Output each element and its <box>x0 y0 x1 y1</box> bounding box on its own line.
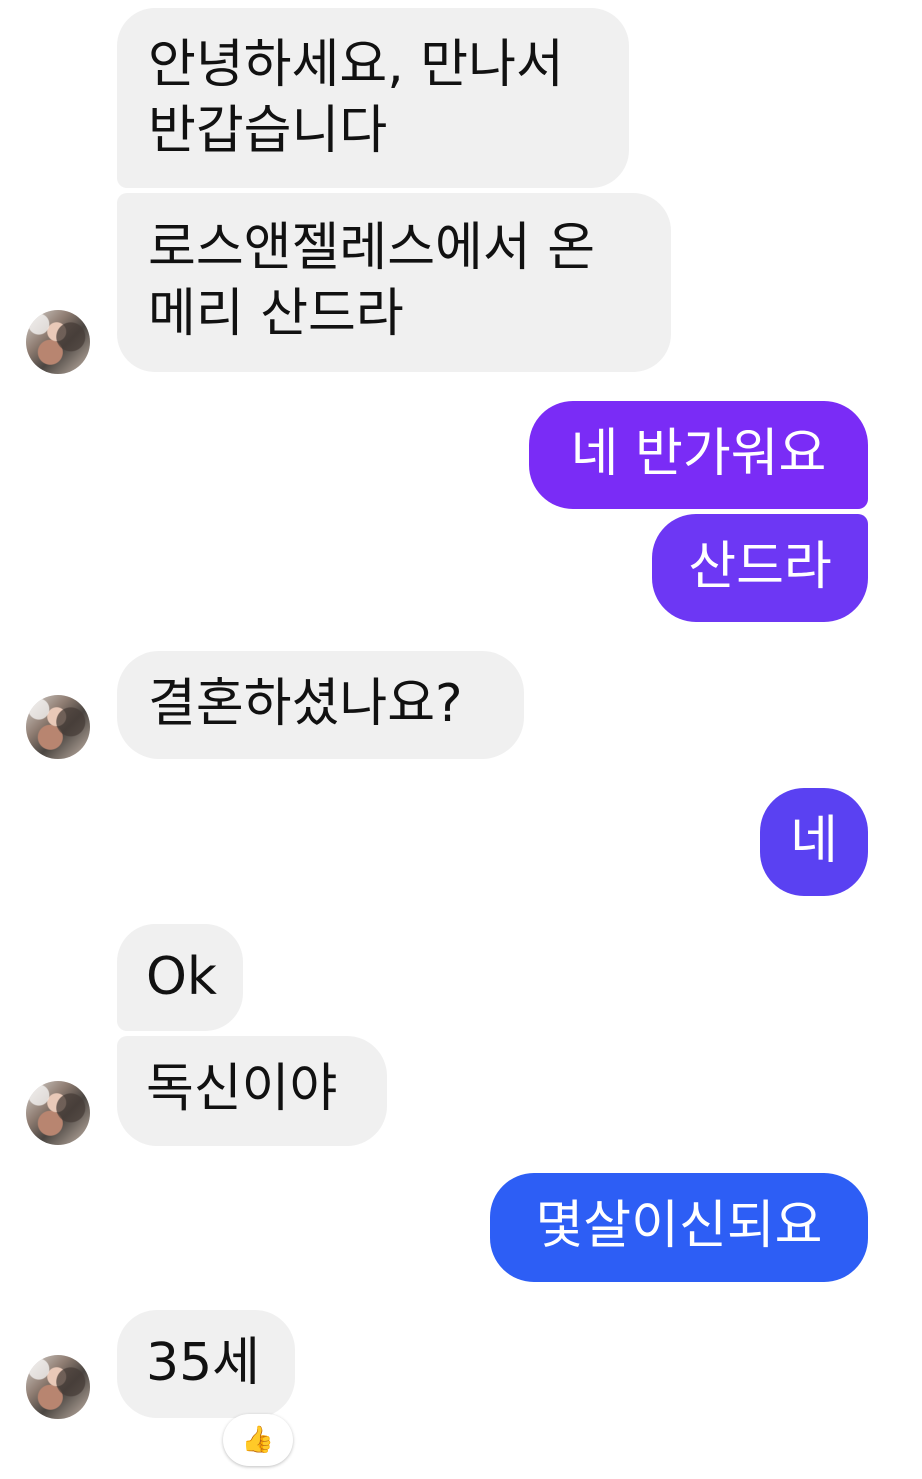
incoming-message[interactable]: 독신이야 <box>117 1036 387 1146</box>
message-text: 몇살이신되요 <box>535 1196 823 1256</box>
incoming-message[interactable]: 35세 <box>117 1310 295 1418</box>
outgoing-message[interactable]: 산드라 <box>652 514 868 622</box>
message-text: Ok <box>146 947 218 1007</box>
message-text: 로스앤젤레스에서 온 <box>148 218 596 278</box>
sender-avatar[interactable] <box>26 1081 90 1145</box>
incoming-message[interactable]: 로스앤젤레스에서 온 메리 산드라 <box>117 193 671 372</box>
message-text: 산드라 <box>688 537 832 597</box>
message-text: 메리 산드라 <box>148 284 404 344</box>
message-text: 안녕하세요, 만나서 <box>148 35 564 95</box>
outgoing-message[interactable]: 네 <box>760 788 868 896</box>
message-text: 네 반가워요 <box>570 424 827 484</box>
sender-avatar[interactable] <box>26 1355 90 1419</box>
incoming-message[interactable]: 안녕하세요, 만나서 반갑습니다 <box>117 8 629 188</box>
message-text: 네 <box>790 811 838 871</box>
chat-screen: { "messages": { "m1": "안녕하세요, 만나서", "m1_… <box>0 0 922 1479</box>
thumbs-up-icon: 👍 <box>241 1425 275 1455</box>
message-text: 35세 <box>146 1333 261 1393</box>
message-text: 독신이야 <box>146 1059 338 1119</box>
message-text: 결혼하셨나요? <box>148 674 463 734</box>
message-reaction[interactable]: 👍 <box>223 1414 293 1466</box>
incoming-message[interactable]: 결혼하셨나요? <box>117 651 524 759</box>
sender-avatar[interactable] <box>26 310 90 374</box>
sender-avatar[interactable] <box>26 695 90 759</box>
incoming-message[interactable]: Ok <box>117 924 243 1031</box>
outgoing-message[interactable]: 몇살이신되요 <box>490 1173 868 1282</box>
outgoing-message[interactable]: 네 반가워요 <box>529 401 868 509</box>
message-text: 반갑습니다 <box>148 101 388 161</box>
